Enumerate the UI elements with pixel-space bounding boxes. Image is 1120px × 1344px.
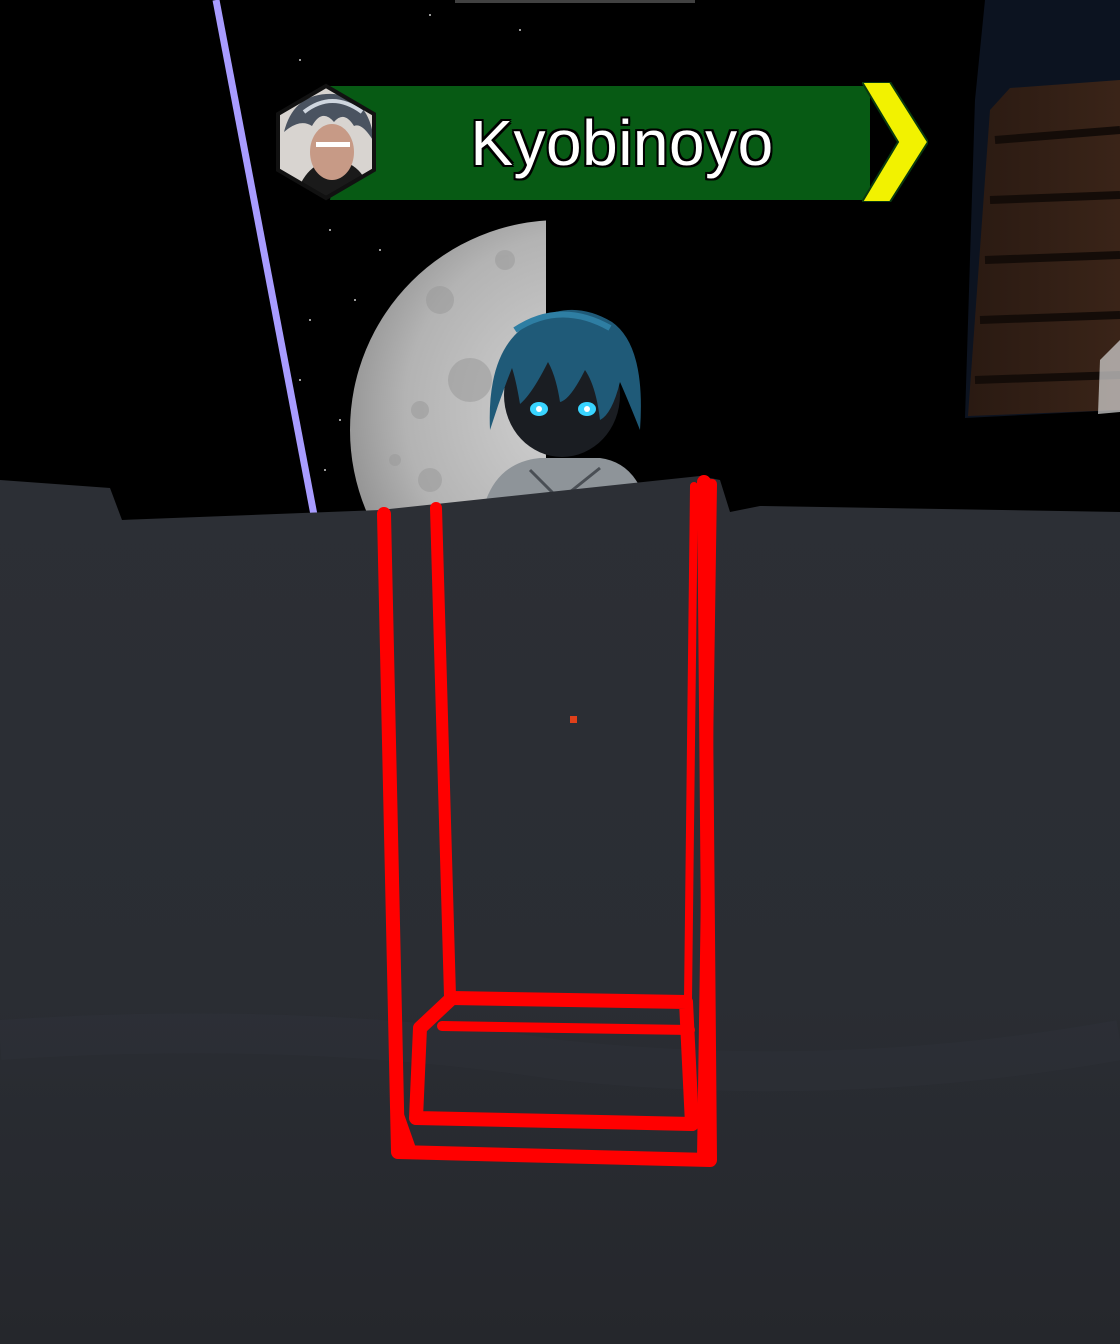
player-nameplate[interactable]: Kyobinoyo bbox=[272, 82, 932, 206]
chevron-right-icon bbox=[862, 82, 928, 202]
player-name-label: Kyobinoyo bbox=[470, 107, 774, 179]
player-avatar-hexagon-icon bbox=[276, 83, 376, 201]
crosshair-dot bbox=[570, 716, 577, 723]
game-viewport[interactable]: Kyobinoyo bbox=[0, 0, 1120, 1344]
